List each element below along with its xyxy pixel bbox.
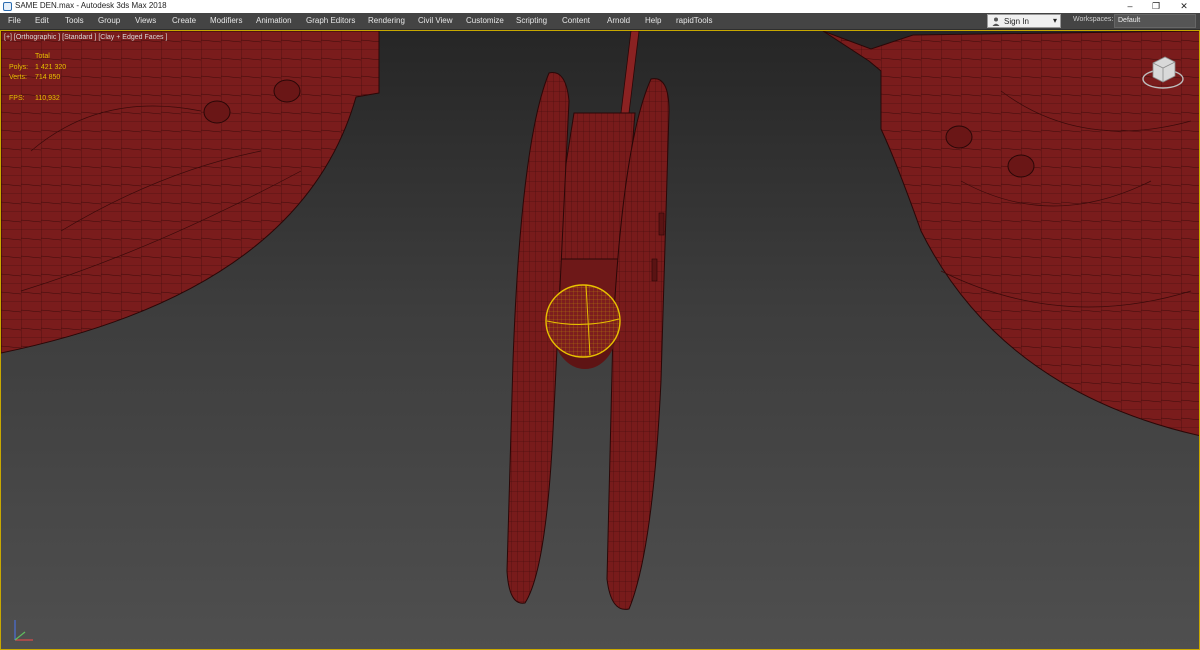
menu-group[interactable]: Group	[98, 16, 120, 25]
workspaces-select[interactable]: Default	[1114, 14, 1196, 28]
menu-customize[interactable]: Customize	[466, 16, 504, 25]
menu-file[interactable]: File	[8, 16, 21, 25]
menu-graph-editors[interactable]: Graph Editors	[306, 16, 355, 25]
workspaces-label: Workspaces:	[1073, 16, 1114, 23]
restore-button[interactable]: ❐	[1144, 0, 1168, 13]
viewport-label[interactable]: [+] [Orthographic ] [Standard ] [Clay + …	[4, 34, 167, 41]
menu-scripting[interactable]: Scripting	[516, 16, 547, 25]
window-title: SAME DEN.max - Autodesk 3ds Max 2018	[15, 1, 167, 10]
viewport-orthographic[interactable]: [+] [Orthographic ] [Standard ] [Clay + …	[0, 30, 1200, 650]
right-bolt-1[interactable]	[945, 125, 973, 149]
menu-views[interactable]: Views	[135, 16, 156, 25]
sign-in-label: Sign In	[1004, 17, 1029, 26]
stats-polys-label: Polys:	[9, 64, 29, 71]
stats-verts-value: 714 850	[35, 74, 61, 81]
axis-gizmo-icon	[14, 620, 33, 641]
minimize-button[interactable]: –	[1118, 0, 1142, 13]
app-icon	[3, 2, 12, 11]
menu-arnold[interactable]: Arnold	[607, 16, 630, 25]
workspaces-value: Default	[1118, 17, 1141, 24]
sign-in-dropdown[interactable]: Sign In ▾	[987, 14, 1061, 28]
close-button[interactable]: ✕	[1172, 0, 1196, 13]
right-bolt-2[interactable]	[1007, 154, 1035, 178]
menu-civil-view[interactable]: Civil View	[418, 16, 453, 25]
menu-rapidtools[interactable]: rapidTools	[676, 16, 712, 25]
menu-modifiers[interactable]: Modifiers	[210, 16, 242, 25]
left-bolt-1[interactable]	[203, 100, 231, 124]
stats-total-label: Total	[35, 53, 50, 60]
user-icon	[992, 17, 1000, 26]
menu-bar: File Edit Tools Group Views Create Modif…	[0, 13, 1200, 30]
menu-create[interactable]: Create	[172, 16, 196, 25]
menu-edit[interactable]: Edit	[35, 16, 49, 25]
chevron-down-icon: ▾	[1052, 16, 1057, 25]
rod-mesh[interactable]	[620, 31, 640, 114]
left-bolt-2[interactable]	[273, 79, 301, 103]
stats-fps-value: 110,932	[35, 95, 60, 102]
menu-help[interactable]: Help	[645, 16, 661, 25]
menu-tools[interactable]: Tools	[65, 16, 84, 25]
stats-polys-value: 1 421 320	[35, 64, 67, 71]
menu-rendering[interactable]: Rendering	[368, 16, 405, 25]
title-bar: SAME DEN.max - Autodesk 3ds Max 2018 – ❐…	[0, 0, 1200, 13]
stats-verts-label: Verts:	[9, 74, 27, 81]
stats-fps-label: FPS:	[9, 95, 25, 102]
menu-content[interactable]: Content	[562, 16, 590, 25]
menu-animation[interactable]: Animation	[256, 16, 292, 25]
viewcube-icon[interactable]	[1139, 51, 1187, 95]
scene-view[interactable]	[1, 31, 1200, 650]
